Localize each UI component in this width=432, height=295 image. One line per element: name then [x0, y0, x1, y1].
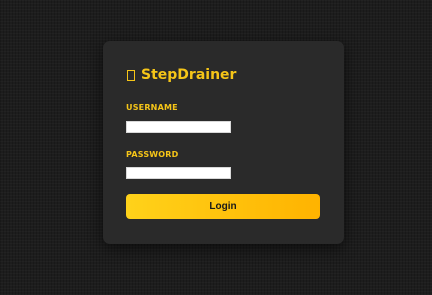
box-icon — [127, 69, 135, 81]
login-card: StepDrainer USERNAME PASSWORD Login — [103, 41, 344, 244]
app-title-row: StepDrainer — [127, 66, 236, 84]
app-title: StepDrainer — [141, 67, 237, 83]
login-button[interactable]: Login — [126, 194, 320, 219]
username-input[interactable] — [126, 121, 231, 133]
username-label: USERNAME — [126, 103, 178, 112]
password-label: PASSWORD — [126, 150, 179, 159]
password-input[interactable] — [126, 167, 231, 179]
